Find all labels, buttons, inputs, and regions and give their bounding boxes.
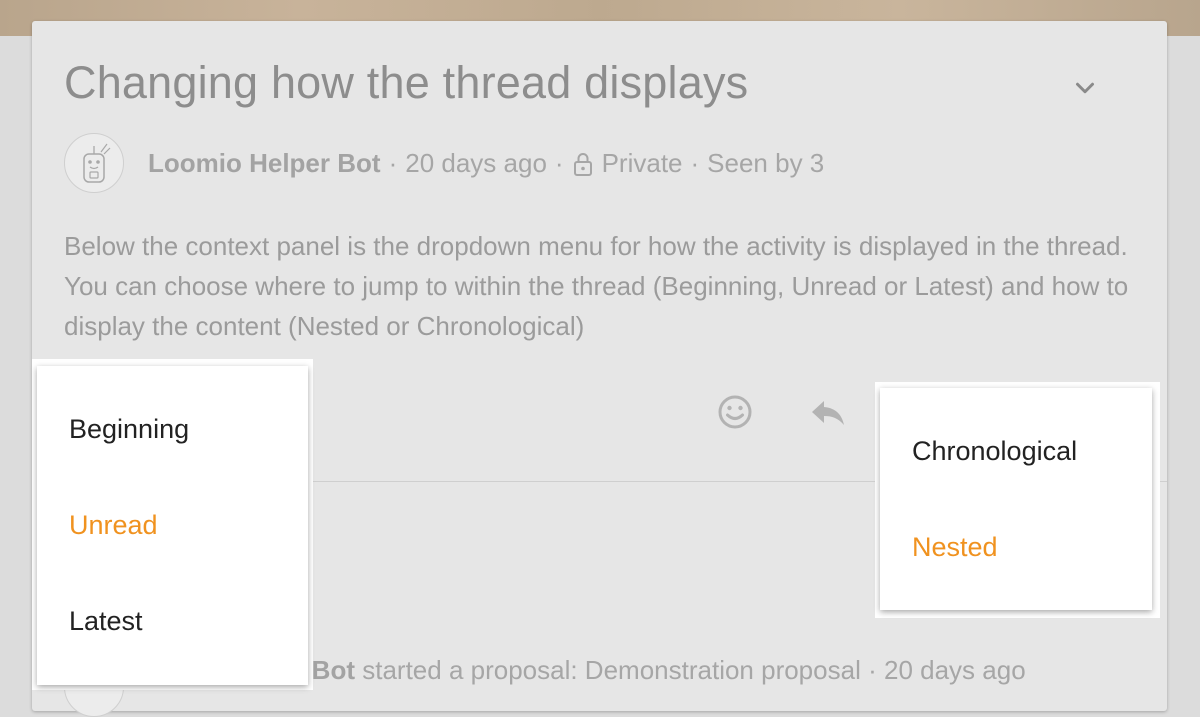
menu-item-unread[interactable]: Unread bbox=[69, 510, 158, 541]
chevron-down-icon[interactable] bbox=[1070, 73, 1100, 103]
author-name[interactable]: Loomio Helper Bot bbox=[148, 148, 381, 179]
bot-avatar bbox=[83, 143, 111, 183]
menu-item-nested[interactable]: Nested bbox=[912, 532, 998, 563]
thread-time[interactable]: 20 days ago bbox=[405, 148, 547, 179]
seen-by[interactable]: Seen by 3 bbox=[707, 148, 824, 179]
privacy-label: Private bbox=[601, 148, 683, 178]
thread-title: Changing how the thread displays bbox=[64, 57, 749, 108]
author-avatar[interactable] bbox=[64, 133, 124, 193]
lock-icon bbox=[573, 152, 592, 176]
emoji-icon[interactable] bbox=[716, 393, 754, 431]
thread-description: Below the context panel is the dropdown … bbox=[64, 231, 1129, 341]
reply-icon[interactable] bbox=[810, 397, 846, 429]
event-separator: · bbox=[868, 655, 877, 685]
meta-separator: · bbox=[690, 148, 700, 178]
jump-to-menu: Beginning Unread Latest bbox=[37, 366, 308, 685]
menu-item-latest[interactable]: Latest bbox=[69, 606, 143, 637]
thread-meta: Loomio Helper Bot · 20 days ago · Privat… bbox=[148, 148, 824, 179]
event-time[interactable]: 20 days ago bbox=[884, 655, 1026, 685]
menu-item-chronological[interactable]: Chronological bbox=[912, 436, 1077, 467]
meta-separator: · bbox=[388, 148, 398, 178]
meta-separator: · bbox=[554, 148, 564, 178]
menu-item-beginning[interactable]: Beginning bbox=[69, 414, 189, 445]
activity-event: per Bot started a proposal: Demonstratio… bbox=[264, 655, 1026, 686]
event-action[interactable]: started a proposal: Demonstration propos… bbox=[362, 655, 861, 685]
display-order-menu: Chronological Nested bbox=[880, 388, 1152, 610]
